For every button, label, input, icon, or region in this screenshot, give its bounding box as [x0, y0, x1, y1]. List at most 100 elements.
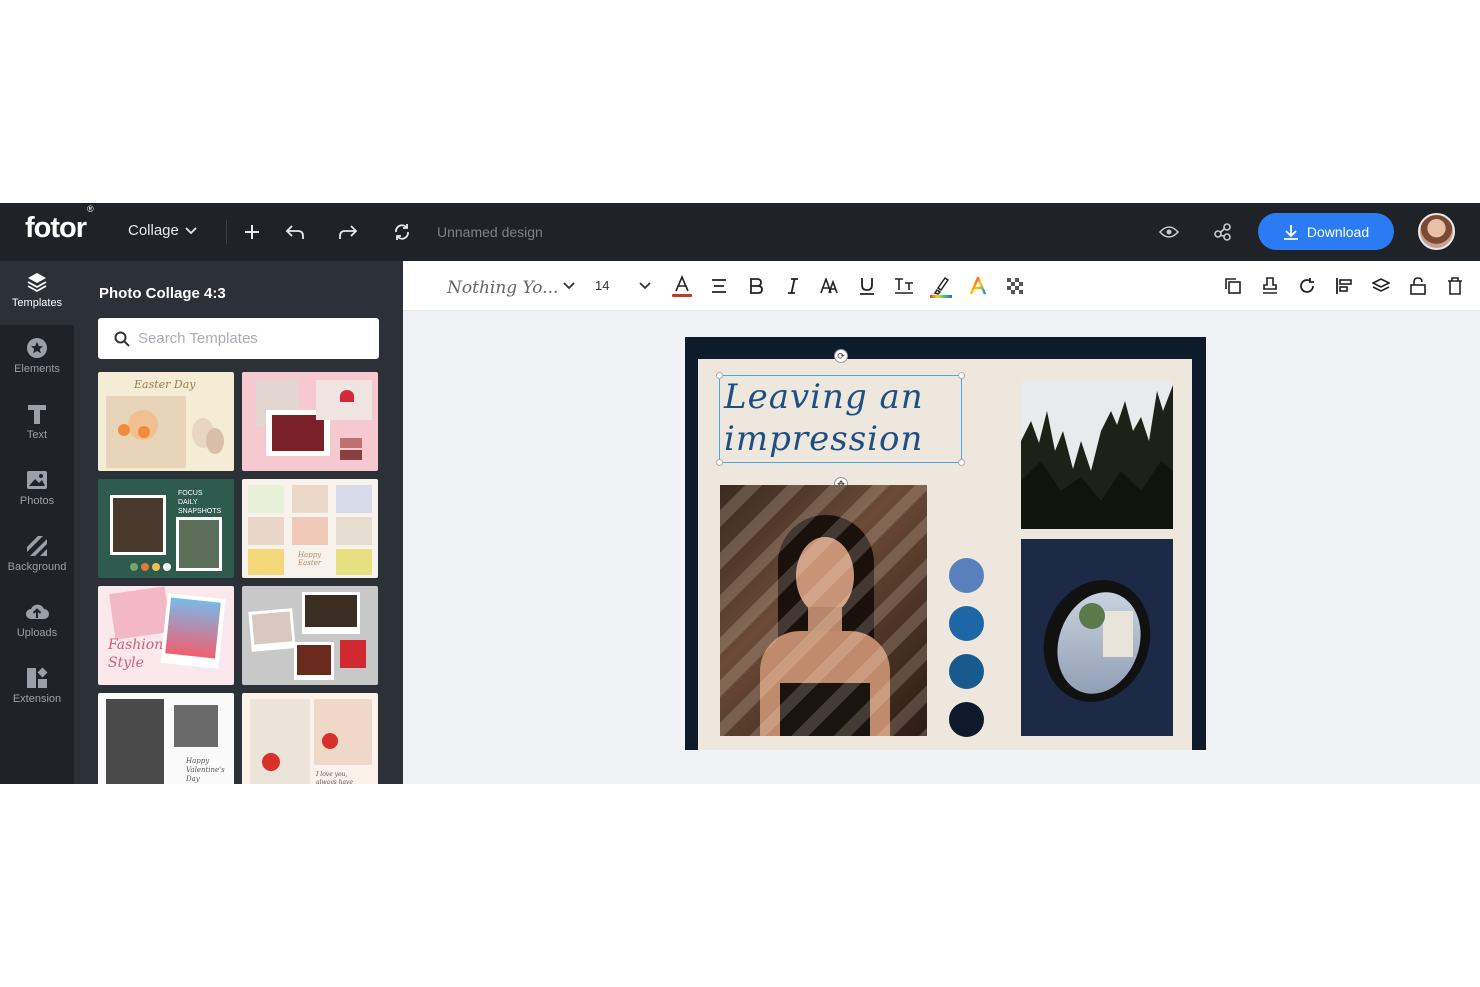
rail-item-background[interactable]: Background: [0, 525, 74, 589]
search-input[interactable]: [138, 330, 358, 347]
mode-dropdown[interactable]: Collage: [128, 222, 197, 239]
position-button[interactable]: [1332, 274, 1356, 298]
rail-item-photos[interactable]: Photos: [0, 459, 74, 523]
color-swatch[interactable]: [949, 558, 984, 593]
stamp-button[interactable]: [1258, 274, 1282, 298]
template-thumb[interactable]: I love you, always have: [242, 693, 378, 784]
rail-label-extension: Extension: [12, 693, 62, 705]
trash-icon: [1448, 277, 1462, 295]
chevron-down-icon: [639, 282, 651, 290]
chevron-down-icon: [563, 282, 575, 290]
download-button[interactable]: Download: [1258, 213, 1394, 250]
template-thumb[interactable]: [242, 586, 378, 685]
bold-button[interactable]: [744, 274, 768, 298]
plus-icon: [245, 225, 259, 239]
color-swatch[interactable]: [949, 606, 984, 641]
rail-item-uploads[interactable]: Uploads: [0, 591, 74, 655]
mirror-photo[interactable]: [1021, 539, 1173, 736]
highlighter-icon: [930, 276, 952, 298]
spacing-icon: [895, 278, 913, 294]
font-family-select[interactable]: Nothing Yo...: [447, 278, 558, 298]
template-caption: Easter Day: [134, 378, 196, 391]
template-thumb[interactable]: Happy Valentine's Day: [98, 693, 234, 784]
lock-icon: [1410, 277, 1426, 295]
align-button[interactable]: [707, 274, 731, 298]
delete-button[interactable]: [1443, 274, 1467, 298]
divider: [226, 220, 227, 244]
sync-button[interactable]: [389, 219, 415, 245]
text-color-button[interactable]: [670, 274, 694, 298]
font-size-dropdown[interactable]: [633, 274, 657, 298]
bold-icon: [750, 278, 763, 294]
layers-icon: [1372, 278, 1390, 292]
preview-button[interactable]: [1156, 219, 1182, 245]
duplicate-button[interactable]: [1221, 274, 1245, 298]
search-icon: [114, 331, 130, 347]
fotor-logo[interactable]: fotor®: [25, 204, 94, 245]
spacing-button[interactable]: [892, 274, 916, 298]
user-avatar[interactable]: [1418, 213, 1455, 250]
color-swatch[interactable]: [949, 702, 984, 737]
resize-handle[interactable]: [716, 372, 723, 379]
italic-button[interactable]: [781, 274, 805, 298]
mode-label: Collage: [128, 222, 179, 239]
font-family-dropdown[interactable]: [557, 274, 581, 298]
template-caption: Fashion Style: [108, 637, 164, 671]
font-size-field[interactable]: 14: [595, 278, 609, 293]
rail-label-photos: Photos: [19, 495, 55, 507]
template-thumb[interactable]: FOCUS DAILY SNAPSHOTS: [98, 479, 234, 578]
portrait-photo[interactable]: [720, 485, 927, 736]
letter-case-button[interactable]: [818, 274, 842, 298]
color-swatch[interactable]: [949, 654, 984, 689]
text-color-icon: [672, 274, 692, 297]
rail-item-templates[interactable]: Templates: [0, 261, 74, 325]
heading-textbox[interactable]: Leaving an impression: [716, 372, 965, 466]
chevron-down-icon: [185, 226, 197, 234]
undo-button[interactable]: [282, 219, 308, 245]
template-thumb[interactable]: Easter Day: [98, 372, 234, 471]
top-bar: fotor® Collage Unnamed design Download: [0, 203, 1480, 261]
trees-photo[interactable]: [1021, 381, 1173, 529]
rail-item-elements[interactable]: Elements: [0, 327, 74, 391]
transparency-button[interactable]: [1003, 274, 1027, 298]
layers-button[interactable]: [1369, 274, 1393, 298]
redo-button[interactable]: [335, 219, 361, 245]
rail-item-text[interactable]: Text: [0, 393, 74, 457]
template-caption: I love you, always have: [316, 771, 353, 784]
photos-icon: [27, 471, 47, 489]
resize-handle[interactable]: [716, 459, 723, 466]
rail-label-text: Text: [26, 429, 48, 441]
left-rail: Templates Elements Text Photos Backgroun…: [0, 261, 74, 784]
redo-icon: [339, 225, 358, 239]
heading-text[interactable]: Leaving an impression: [724, 376, 924, 460]
rail-item-extension[interactable]: Extension: [0, 657, 74, 721]
template-thumb[interactable]: Fashion Style: [98, 586, 234, 685]
text-effect-button[interactable]: [966, 274, 990, 298]
template-thumb[interactable]: [242, 372, 378, 471]
transparency-icon: [1007, 278, 1023, 294]
rotate-icon: [1300, 278, 1314, 293]
rotate-button[interactable]: [1295, 274, 1319, 298]
highlight-button[interactable]: [929, 274, 953, 298]
design-canvas[interactable]: Leaving an impression ⟳ ✥: [685, 337, 1206, 750]
template-thumb[interactable]: Happy Easter: [242, 479, 378, 578]
design-name[interactable]: Unnamed design: [437, 224, 543, 240]
resize-handle[interactable]: [958, 459, 965, 466]
templates-panel: Photo Collage 4:3 Easter Day: [74, 261, 403, 784]
rotate-handle[interactable]: ⟳: [834, 349, 848, 363]
rail-label-background: Background: [7, 561, 67, 573]
template-caption: Happy Valentine's Day: [186, 757, 225, 783]
rail-label-templates: Templates: [11, 297, 63, 309]
underline-icon: [860, 278, 874, 295]
share-button[interactable]: [1210, 219, 1236, 245]
underline-button[interactable]: [855, 274, 879, 298]
add-button[interactable]: [239, 219, 265, 245]
lock-button[interactable]: [1406, 274, 1430, 298]
download-icon: [1283, 224, 1298, 240]
download-label: Download: [1306, 223, 1370, 240]
resize-handle[interactable]: [958, 372, 965, 379]
search-box[interactable]: [98, 318, 379, 359]
extension-icon: [27, 667, 48, 688]
sync-icon: [395, 224, 409, 240]
text-icon: [28, 405, 46, 424]
